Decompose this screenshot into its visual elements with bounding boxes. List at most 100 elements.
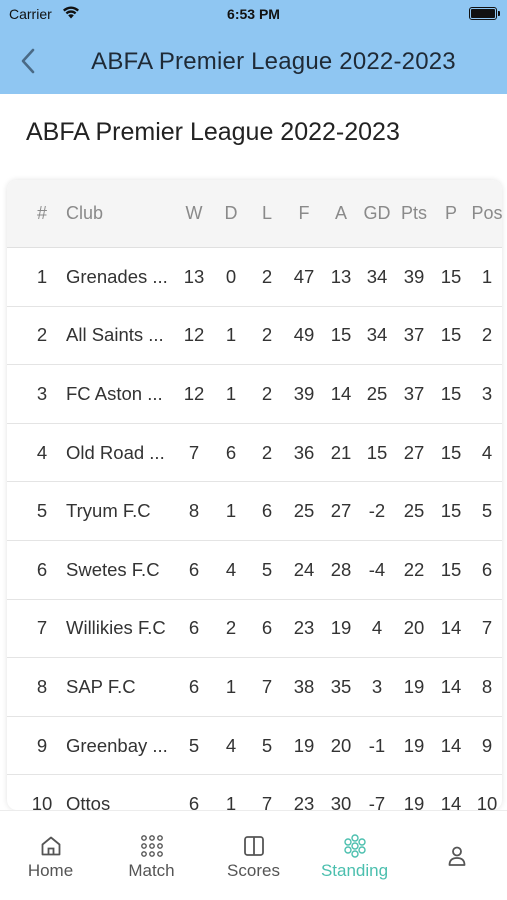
cell-goals-against: 35: [330, 675, 352, 697]
cell-played: 14: [440, 617, 462, 639]
cell-played: 15: [440, 382, 462, 404]
cell-number: 2: [36, 324, 48, 346]
cell-club: Ottos: [66, 793, 111, 810]
cell-club: FC Aston ...: [66, 382, 163, 404]
cell-played: 14: [440, 793, 462, 810]
header-played: P: [444, 203, 457, 223]
table-row[interactable]: 6 Swetes F.C 6 4 5 24 28 -4 22 15 6: [7, 541, 502, 600]
tab-bar: Home Match Scores Standing: [0, 810, 507, 900]
cell-losses: 2: [261, 382, 273, 404]
cell-points: 25: [403, 500, 425, 522]
cell-wins: 12: [183, 382, 205, 404]
cell-goal-difference: 3: [371, 675, 383, 697]
cell-losses: 7: [261, 793, 273, 810]
tab-home-label: Home: [27, 861, 74, 880]
cell-goals-for: 39: [293, 382, 315, 404]
cell-goals-against: 27: [330, 500, 352, 522]
cell-losses: 7: [261, 675, 273, 697]
cell-draws: 2: [225, 617, 237, 639]
chevron-left-icon: [14, 48, 42, 80]
cell-losses: 5: [261, 558, 273, 580]
cell-draws: 1: [225, 793, 237, 810]
cell-goals-against: 19: [330, 617, 352, 639]
table-row[interactable]: 7 Willikies F.C 6 2 6 23 19 4 20 14 7: [7, 600, 502, 659]
table-row[interactable]: 3 FC Aston ... 12 1 2 39 14 25 37 15 3: [7, 365, 502, 424]
cell-losses: 6: [261, 500, 273, 522]
cell-goal-difference: -7: [368, 793, 386, 810]
standing-icon: [342, 833, 368, 859]
cell-played: 15: [440, 324, 462, 346]
cell-goals-for: 23: [293, 617, 315, 639]
cell-position: 1: [481, 265, 493, 287]
cell-club: All Saints ...: [66, 324, 164, 346]
cell-club: Grenades ...: [66, 265, 168, 287]
tab-scores[interactable]: Scores: [203, 811, 304, 900]
cell-played: 15: [440, 500, 462, 522]
cell-wins: 5: [188, 734, 200, 756]
cell-draws: 4: [225, 558, 237, 580]
cell-goal-difference: 25: [366, 382, 388, 404]
table-row[interactable]: 2 All Saints ... 12 1 2 49 15 34 37 15 2: [7, 307, 502, 366]
cell-goals-for: 25: [293, 500, 315, 522]
grid-dots-icon: [139, 833, 165, 859]
table-row[interactable]: 5 Tryum F.C 8 1 6 25 27 -2 25 15 5: [7, 482, 502, 541]
cell-draws: 4: [225, 734, 237, 756]
cell-wins: 8: [188, 500, 200, 522]
cell-position: 7: [481, 617, 493, 639]
cell-position: 8: [481, 675, 493, 697]
standings-table: # Club W D L F A GD Pts P Pos 1 Grenades …: [7, 180, 502, 810]
header-goals-against: A: [334, 203, 347, 223]
cell-goals-for: 23: [293, 793, 315, 810]
cell-goals-for: 24: [293, 558, 315, 580]
cell-goals-against: 15: [330, 324, 352, 346]
cell-number: 4: [36, 441, 48, 463]
cell-points: 19: [403, 675, 425, 697]
tab-standing[interactable]: Standing: [304, 811, 405, 900]
cell-number: 7: [36, 617, 48, 639]
cell-goal-difference: 34: [366, 324, 388, 346]
cell-goals-against: 30: [330, 793, 352, 810]
cell-draws: 1: [225, 382, 237, 404]
cell-wins: 6: [188, 793, 200, 810]
cell-goals-against: 20: [330, 734, 352, 756]
cell-played: 14: [440, 734, 462, 756]
cell-number: 10: [31, 793, 53, 810]
table-row[interactable]: 1 Grenades ... 13 0 2 47 13 34 39 15 1: [7, 248, 502, 307]
tab-home[interactable]: Home: [0, 811, 101, 900]
cell-played: 15: [440, 265, 462, 287]
tab-profile[interactable]: [406, 811, 507, 900]
cell-goal-difference: 34: [366, 265, 388, 287]
cell-losses: 2: [261, 324, 273, 346]
status-bar: Carrier 6:53 PM: [0, 0, 507, 28]
cell-club: SAP F.C: [66, 675, 136, 697]
cell-wins: 6: [188, 617, 200, 639]
cell-position: 10: [476, 793, 498, 810]
page-title: ABFA Premier League 2022-2023: [26, 118, 400, 146]
cell-played: 15: [440, 558, 462, 580]
table-row[interactable]: 10 Ottos 6 1 7 23 30 -7 19 14 10: [7, 775, 502, 810]
table-row[interactable]: 4 Old Road ... 7 6 2 36 21 15 27 15 4: [7, 424, 502, 483]
cell-number: 9: [36, 734, 48, 756]
battery-icon: [469, 7, 500, 20]
tab-scores-label: Scores: [227, 861, 280, 880]
table-row[interactable]: 8 SAP F.C 6 1 7 38 35 3 19 14 8: [7, 658, 502, 717]
cell-losses: 2: [261, 441, 273, 463]
cell-goals-against: 13: [330, 265, 352, 287]
cell-club: Old Road ...: [66, 441, 165, 463]
table-row[interactable]: 9 Greenbay ... 5 4 5 19 20 -1 19 14 9: [7, 717, 502, 776]
cell-wins: 12: [183, 324, 205, 346]
cell-points: 22: [403, 558, 425, 580]
cell-position: 9: [481, 734, 493, 756]
header-losses: L: [261, 203, 272, 223]
tab-standing-label: Standing: [320, 861, 389, 880]
tab-match[interactable]: Match: [101, 811, 202, 900]
cell-played: 15: [440, 441, 462, 463]
cell-goals-for: 38: [293, 675, 315, 697]
cell-wins: 6: [188, 675, 200, 697]
profile-icon: [444, 843, 470, 869]
cell-goal-difference: -4: [368, 558, 386, 580]
cell-losses: 5: [261, 734, 273, 756]
nav-title: ABFA Premier League 2022-2023: [91, 48, 456, 75]
cell-draws: 1: [225, 324, 237, 346]
back-button[interactable]: [14, 46, 42, 76]
